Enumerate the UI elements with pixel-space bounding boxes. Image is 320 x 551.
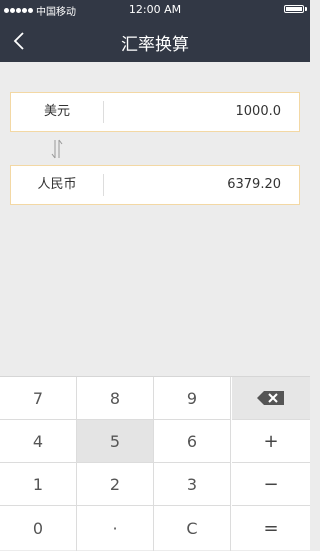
key-decimal[interactable]: · <box>77 506 154 551</box>
swap-button[interactable] <box>50 137 64 161</box>
battery-tip <box>305 7 307 11</box>
to-currency-name[interactable]: 人民币 <box>11 166 103 204</box>
key-6[interactable]: 6 <box>154 420 231 463</box>
key-minus[interactable]: − <box>232 463 310 506</box>
key-2[interactable]: 2 <box>77 463 154 506</box>
key-clear[interactable]: C <box>154 506 231 551</box>
key-5[interactable]: 5 <box>77 420 154 463</box>
delete-button[interactable] <box>232 377 310 420</box>
nav-bar: 汇率换算 <box>0 20 310 62</box>
key-9[interactable]: 9 <box>154 377 231 420</box>
key-4[interactable]: 4 <box>0 420 77 463</box>
key-0[interactable]: 0 <box>0 506 77 551</box>
divider <box>103 101 104 123</box>
from-currency-value[interactable]: 1000.0 <box>236 93 282 131</box>
divider <box>103 174 104 196</box>
status-bar: 中国移动 12:00 AM <box>0 0 310 20</box>
page-title: 汇率换算 <box>121 35 189 55</box>
from-currency-name[interactable]: 美元 <box>11 93 103 131</box>
key-plus[interactable]: + <box>232 420 310 463</box>
key-equals[interactable]: = <box>232 506 310 551</box>
from-currency-row[interactable]: 美元 1000.0 <box>10 92 300 132</box>
key-1[interactable]: 1 <box>0 463 77 506</box>
to-currency-value[interactable]: 6379.20 <box>227 166 281 204</box>
to-currency-row[interactable]: 人民币 6379.20 <box>10 165 300 205</box>
backspace-icon <box>257 391 284 405</box>
status-time: 12:00 AM <box>128 3 182 16</box>
key-8[interactable]: 8 <box>77 377 154 420</box>
swap-arrows-icon <box>51 139 63 159</box>
key-3[interactable]: 3 <box>154 463 231 506</box>
battery-icon <box>284 5 304 13</box>
keypad: 7 8 9 4 5 6 + 1 2 3 − 0 · C = <box>0 376 310 551</box>
key-7[interactable]: 7 <box>0 377 77 420</box>
